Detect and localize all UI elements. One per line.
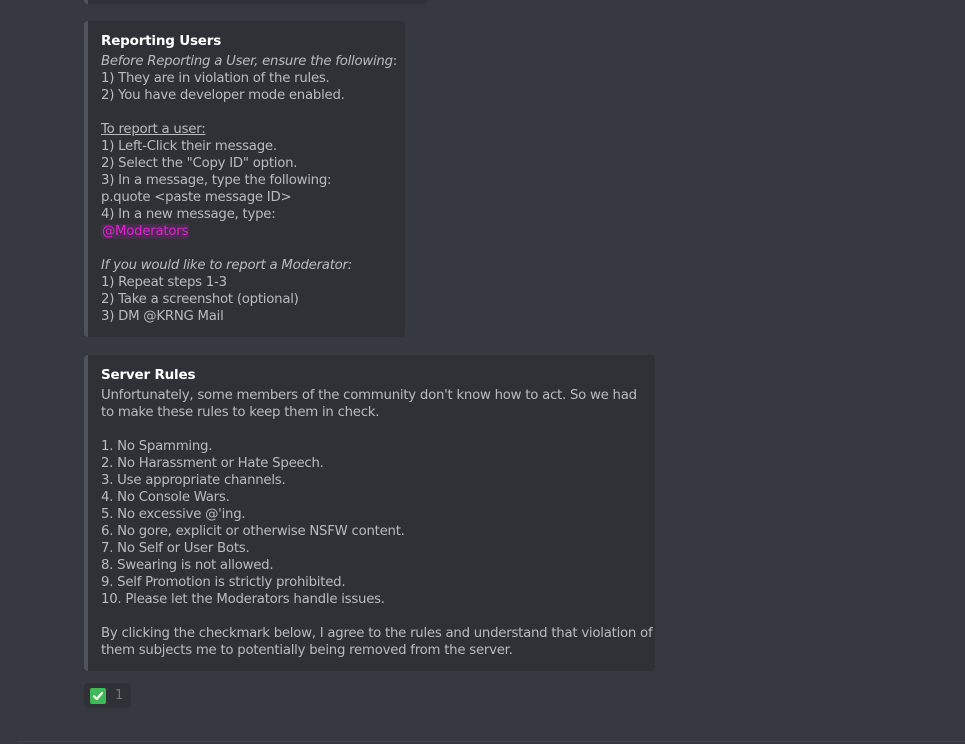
- report-moderator-heading: If you would like to report a Moderator:: [101, 258, 353, 273]
- step-1: 1) Left-Click their message.: [101, 139, 277, 154]
- embed-description: Unfortunately, some members of the commu…: [101, 387, 653, 659]
- mod-step-1: 1) Repeat steps 1-3: [101, 275, 227, 290]
- server-rules-embed: Server Rules Unfortunately, some members…: [84, 355, 655, 671]
- previous-embed-remnant: [84, 0, 428, 4]
- reaction-count: 1: [115, 688, 124, 703]
- rule-item: 2. No Harassment or Hate Speech.: [101, 456, 324, 471]
- step-4: 4) In a new message, type:: [101, 207, 276, 222]
- checkmark-reaction-button[interactable]: 1: [84, 683, 131, 708]
- rule-item: 6. No gore, explicit or otherwise NSFW c…: [101, 524, 405, 539]
- mod-step-2: 2) Take a screenshot (optional): [101, 292, 299, 307]
- reporting-users-embed: Reporting Users Before Reporting a User,…: [84, 21, 405, 337]
- rule-item: 7. No Self or User Bots.: [101, 541, 250, 556]
- requirement-1: 1) They are in violation of the rules.: [101, 71, 330, 86]
- rules-outro-1: By clicking the checkmark below, I agree…: [101, 626, 653, 641]
- message-divider: [18, 741, 965, 742]
- rule-item: 10. Please let the Moderators handle iss…: [101, 592, 385, 607]
- moderators-role-mention[interactable]: @Moderators: [101, 224, 190, 239]
- white-check-mark-icon: [90, 687, 106, 704]
- rules-outro-2: them subjects me to potentially being re…: [101, 643, 513, 658]
- embed-description: Before Reporting a User, ensure the foll…: [101, 53, 397, 325]
- rules-intro-2: to make these rules to keep them in chec…: [101, 405, 380, 420]
- rule-item: 4. No Console Wars.: [101, 490, 230, 505]
- embed-title: Server Rules: [101, 367, 196, 383]
- intro-colon: :: [392, 54, 398, 69]
- requirement-2: 2) You have developer mode enabled.: [101, 88, 345, 103]
- how-to-report-heading: To report a user:: [101, 122, 206, 137]
- intro-line: Before Reporting a User, ensure the foll…: [101, 53, 397, 70]
- intro-text: Before Reporting a User, ensure the foll…: [101, 54, 393, 69]
- rules-intro-1: Unfortunately, some members of the commu…: [101, 388, 637, 403]
- embed-title: Reporting Users: [101, 33, 222, 49]
- chat-viewport: Reporting Users Before Reporting a User,…: [0, 0, 965, 744]
- rule-item: 3. Use appropriate channels.: [101, 473, 286, 488]
- step-3: 3) In a message, type the following:: [101, 173, 332, 188]
- step-2: 2) Select the "Copy ID" option.: [101, 156, 298, 171]
- quote-command: p.quote <paste message ID>: [101, 190, 292, 205]
- rule-item: 8. Swearing is not allowed.: [101, 558, 274, 573]
- rule-item: 9. Self Promotion is strictly prohibited…: [101, 575, 346, 590]
- rule-item: 5. No excessive @'ing.: [101, 507, 246, 522]
- mod-step-3: 3) DM @KRNG Mail: [101, 309, 224, 324]
- rule-item: 1. No Spamming.: [101, 439, 213, 454]
- mention-line: @Moderators: [101, 223, 393, 240]
